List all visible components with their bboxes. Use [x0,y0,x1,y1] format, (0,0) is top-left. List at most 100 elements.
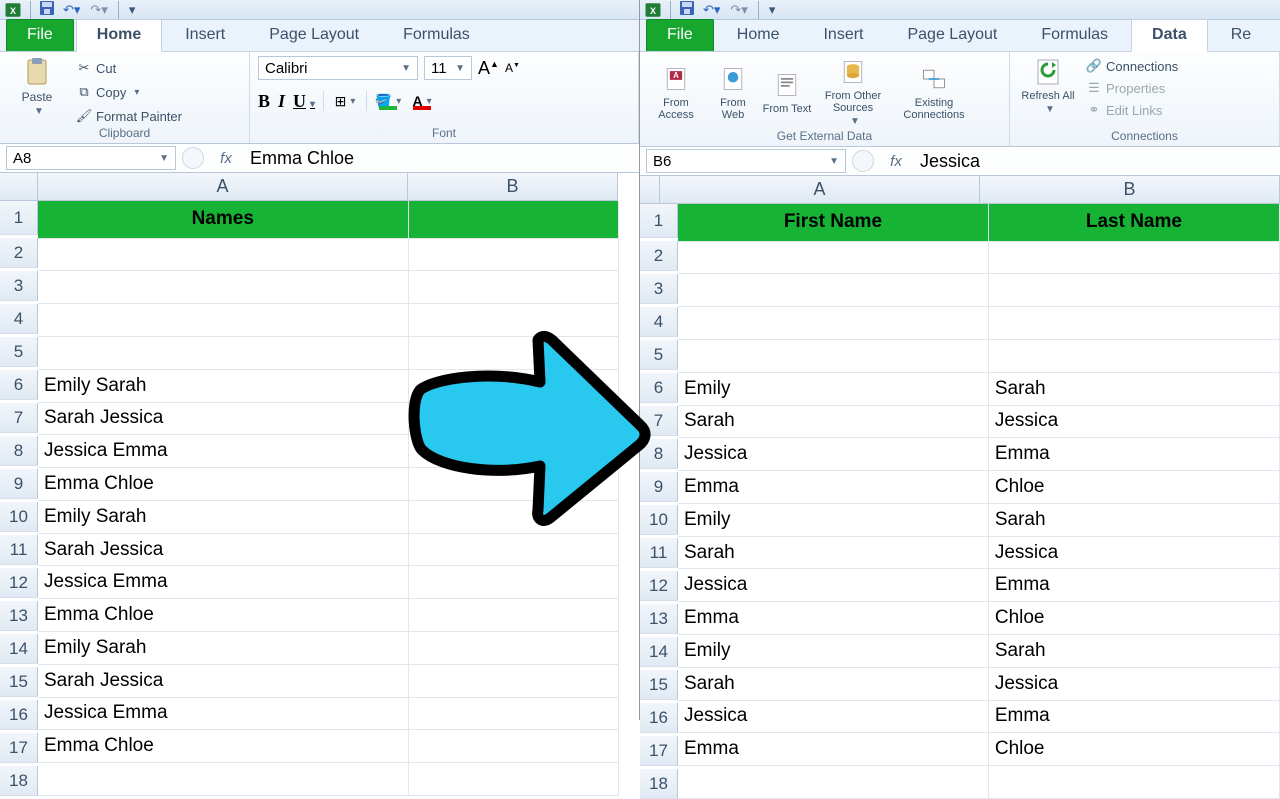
cell[interactable] [38,337,408,370]
row-header[interactable]: 9 [0,469,38,499]
cell[interactable]: Emily [678,635,988,668]
cell[interactable] [988,307,1279,340]
tab-review[interactable]: Re [1210,19,1258,51]
cell[interactable]: Sarah [988,503,1279,536]
cell[interactable]: Jessica [678,700,988,733]
row-header[interactable]: 14 [0,634,38,664]
cell[interactable] [988,274,1279,307]
cell[interactable] [38,271,408,304]
cell[interactable] [678,766,988,799]
cell[interactable]: Sarah Jessica [38,664,408,697]
cell[interactable]: Emily Sarah [38,500,408,533]
cell[interactable] [38,238,408,271]
shrink-font-icon[interactable]: A▼ [505,61,520,75]
row-header[interactable]: 16 [640,703,678,733]
cell[interactable]: Emma [678,733,988,766]
row-header[interactable]: 5 [0,337,38,367]
italic-button[interactable]: I [278,91,285,112]
font-size-select[interactable]: 11▼ [424,56,472,80]
cell[interactable]: Emma [678,602,988,635]
row-header[interactable]: 12 [640,571,678,601]
cell[interactable]: Emily [678,372,988,405]
tab-file[interactable]: File [646,19,714,51]
cell[interactable]: Jessica [988,536,1279,569]
cell[interactable] [408,697,618,730]
cell[interactable]: Emma Chloe [38,599,408,632]
save-icon[interactable] [679,0,695,19]
header-cell[interactable]: Names [38,201,408,238]
formula-value[interactable]: Emma Chloe [244,148,639,169]
cell[interactable]: Emily [678,503,988,536]
cell[interactable]: Jessica [988,405,1279,438]
column-header[interactable]: B [408,173,618,201]
fx-icon[interactable]: fx [878,153,914,170]
from-text-button[interactable]: From Text [762,69,812,115]
cell[interactable] [408,402,618,435]
name-box[interactable]: B6▼ [646,149,846,173]
fill-color-button[interactable]: 🪣▾ [375,90,401,112]
tab-home[interactable]: Home [716,19,801,51]
qat-dropdown-icon[interactable]: ▾ [127,2,138,18]
row-header[interactable]: 8 [640,439,678,469]
formula-value[interactable]: Jessica [914,151,1280,172]
cell[interactable] [678,274,988,307]
cell[interactable]: Emma [988,700,1279,733]
row-header[interactable]: 17 [640,736,678,766]
select-all-corner[interactable] [640,176,660,204]
row-header[interactable]: 14 [640,637,678,667]
column-header[interactable]: A [660,176,980,204]
cell[interactable] [408,730,618,763]
tab-data[interactable]: Data [1131,19,1208,52]
cell[interactable]: Sarah Jessica [38,402,408,435]
cell[interactable] [408,337,618,370]
row-header[interactable]: 9 [640,472,678,502]
row-header[interactable]: 10 [640,505,678,535]
underline-button[interactable]: U▾ [293,91,315,112]
row-header[interactable]: 5 [640,340,678,370]
tab-formulas[interactable]: Formulas [1020,19,1129,51]
row-header[interactable]: 4 [640,307,678,337]
cell[interactable]: Emily Sarah [38,632,408,665]
format-painter-button[interactable]: 🖌Format Painter [76,108,182,124]
cell[interactable] [408,304,618,337]
tab-insert[interactable]: Insert [802,19,884,51]
row-header[interactable]: 7 [640,406,678,436]
cell[interactable]: Sarah [988,372,1279,405]
row-header[interactable]: 15 [640,670,678,700]
header-cell[interactable] [408,201,618,238]
undo-icon[interactable]: ↶▾ [701,2,722,18]
cell[interactable]: Sarah [678,667,988,700]
cell[interactable]: Chloe [988,602,1279,635]
cell[interactable]: Sarah [678,405,988,438]
cell[interactable]: Jessica Emma [38,566,408,599]
row-header[interactable]: 3 [640,274,678,304]
select-all-corner[interactable] [0,173,38,201]
tab-page-layout[interactable]: Page Layout [248,19,380,51]
row-header[interactable]: 12 [0,568,38,598]
cell[interactable]: Sarah Jessica [38,533,408,566]
column-header[interactable]: A [38,173,408,201]
cell[interactable] [988,766,1279,799]
cell[interactable] [38,763,408,796]
cell[interactable]: Jessica Emma [38,697,408,730]
cell[interactable]: Emma [988,569,1279,602]
existing-connections-button[interactable]: Existing Connections [894,63,974,121]
row-header[interactable]: 6 [640,373,678,403]
cell[interactable]: Jessica [988,667,1279,700]
cell[interactable] [988,340,1279,373]
cell[interactable] [408,599,618,632]
row-header[interactable]: 7 [0,403,38,433]
copy-button[interactable]: ⧉Copy▾ [76,84,182,100]
row-header[interactable]: 1 [0,201,38,235]
name-box[interactable]: A8▼ [6,146,176,170]
refresh-all-button[interactable]: Refresh All▼ [1018,56,1078,115]
cell[interactable] [678,340,988,373]
row-header[interactable]: 17 [0,733,38,763]
grow-font-icon[interactable]: A▲ [478,58,499,79]
fx-icon[interactable]: fx [208,150,244,167]
row-header[interactable]: 16 [0,700,38,730]
font-color-button[interactable]: A▾ [409,90,435,112]
cell[interactable] [408,238,618,271]
cell[interactable]: Sarah [678,536,988,569]
cell[interactable] [408,533,618,566]
